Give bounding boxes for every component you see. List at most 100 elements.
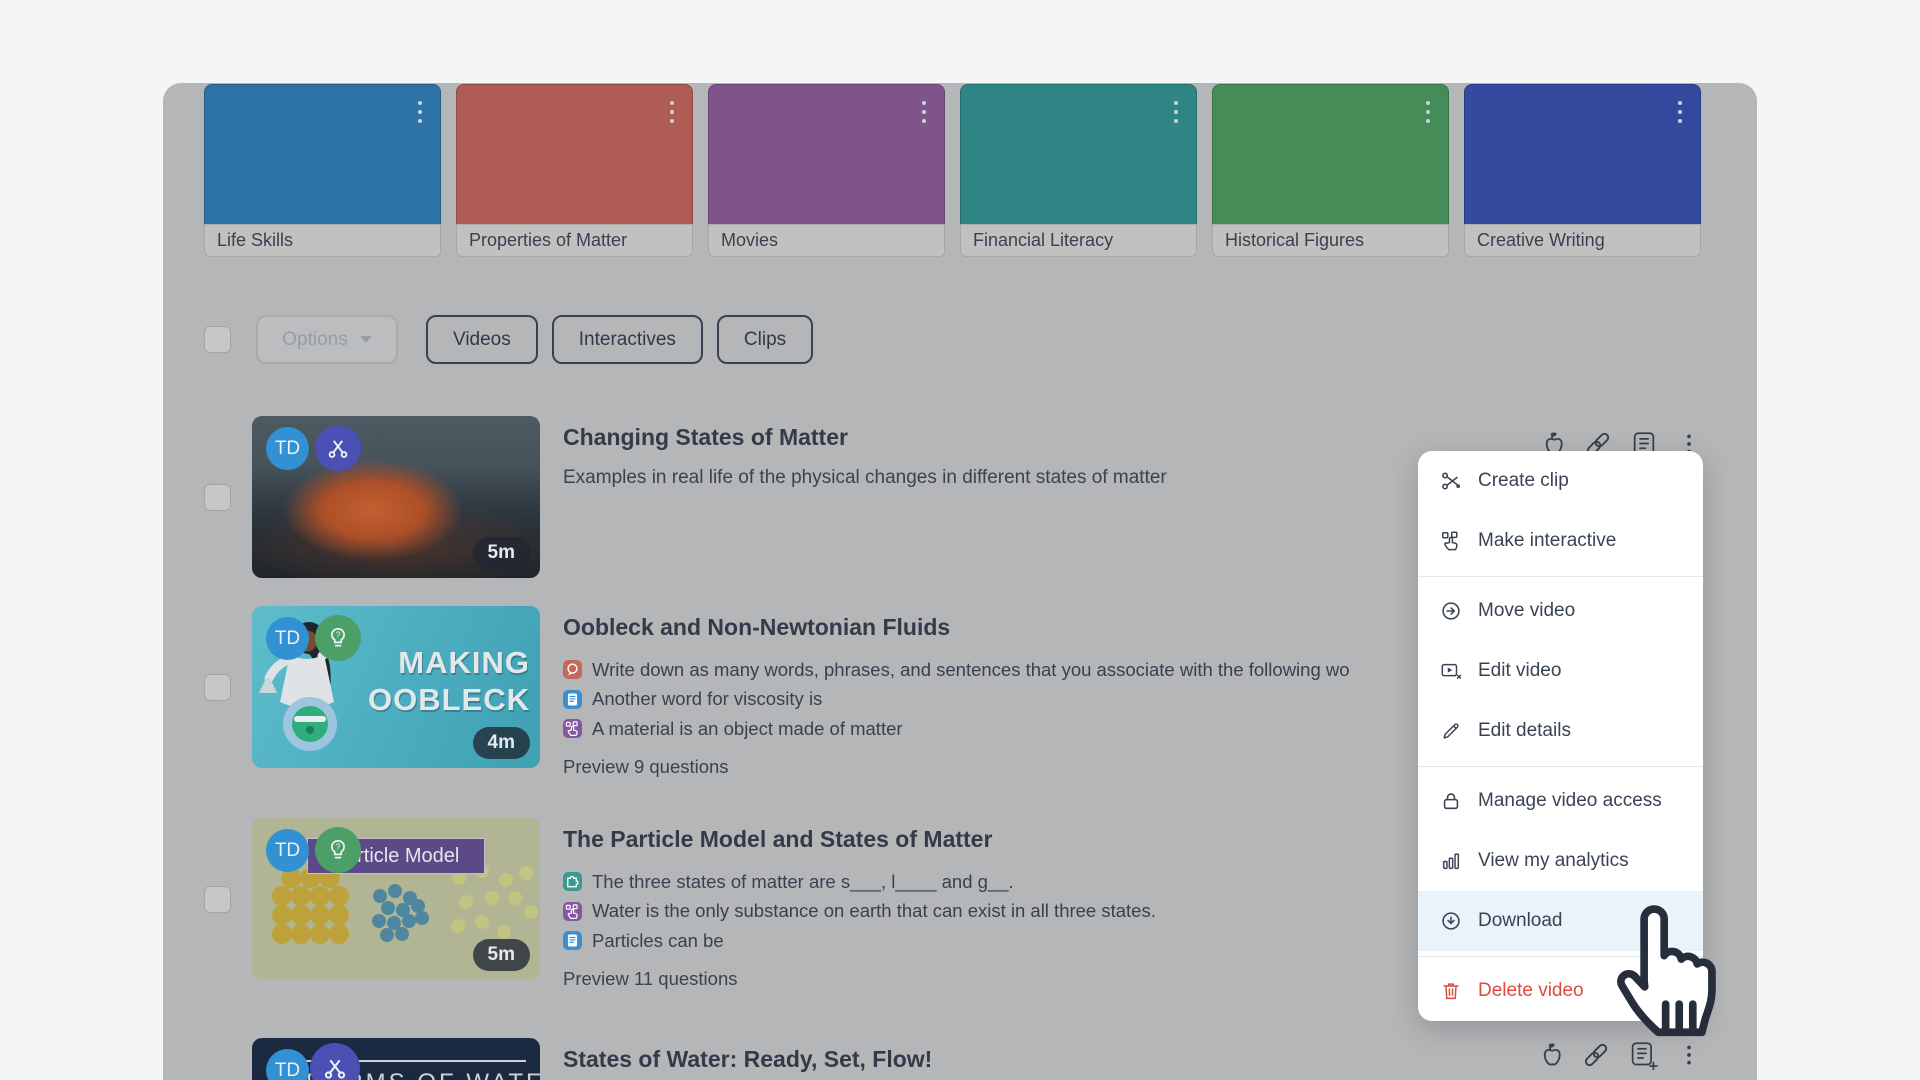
- folder-name: Life Skills: [204, 224, 441, 257]
- menu-divider: [1418, 576, 1703, 577]
- folder-cover[interactable]: [708, 84, 945, 224]
- folder-cover[interactable]: [1464, 84, 1701, 224]
- video-title[interactable]: Changing States of Matter: [563, 424, 1702, 451]
- folder-name: Movies: [708, 224, 945, 257]
- interactive-question-icon: [563, 902, 582, 921]
- edit-video-icon: [1440, 660, 1462, 682]
- folder-card[interactable]: Historical Figures: [1212, 84, 1449, 257]
- interactive-bulb-icon: ?: [315, 827, 361, 873]
- question-text: The three states of matter are s___, l__…: [592, 871, 1014, 893]
- assign-apple-icon[interactable]: [1536, 1041, 1564, 1069]
- avatar: TD: [266, 617, 309, 660]
- clip-scissors-icon: [315, 425, 361, 471]
- filter-group: Videos Interactives Clips: [426, 315, 813, 364]
- select-all-checkbox[interactable]: [204, 326, 231, 353]
- folder-cover[interactable]: [456, 84, 693, 224]
- pencil-icon: [1440, 720, 1462, 742]
- folder-grid: Life Skills Properties of Matter Movies …: [204, 84, 1701, 257]
- menu-item-label: Create clip: [1478, 470, 1569, 492]
- chevron-down-icon: [360, 336, 372, 343]
- menu-item-label: Make interactive: [1478, 530, 1616, 552]
- interactive-question-icon: [563, 719, 582, 738]
- options-label: Options: [282, 329, 347, 351]
- avatar: TD: [266, 1049, 309, 1080]
- avatar: TD: [266, 829, 309, 872]
- svg-text:?: ?: [336, 843, 341, 852]
- fill-blank-icon: [563, 872, 582, 891]
- duration-badge: 5m: [473, 939, 530, 971]
- folder-card[interactable]: Financial Literacy: [960, 84, 1197, 257]
- video-thumbnail[interactable]: MAKING OOBLECK TD ? 4m: [252, 606, 540, 768]
- folder-more-icon[interactable]: [670, 101, 674, 123]
- menu-item-label: Move video: [1478, 600, 1575, 622]
- toolbar: Options Videos Interactives Clips: [204, 315, 813, 364]
- clip-scissors-icon: [310, 1043, 360, 1080]
- menu-item-label: Edit details: [1478, 720, 1571, 742]
- avatar: TD: [266, 427, 309, 470]
- menu-item-view-analytics[interactable]: View my analytics: [1418, 831, 1703, 891]
- video-thumbnail[interactable]: TD 5m: [252, 416, 540, 578]
- folder-name: Financial Literacy: [960, 224, 1197, 257]
- folder-more-icon[interactable]: [1426, 101, 1430, 123]
- folder-cover[interactable]: [1212, 84, 1449, 224]
- trash-icon: [1440, 980, 1462, 1002]
- video-checkbox[interactable]: [204, 886, 231, 913]
- menu-item-edit-details[interactable]: Edit details: [1418, 701, 1703, 761]
- menu-item-manage-access[interactable]: Manage video access: [1418, 771, 1703, 831]
- folder-more-icon[interactable]: [1678, 101, 1682, 123]
- question-text: Write down as many words, phrases, and s…: [592, 659, 1350, 681]
- duration-badge: 5m: [473, 537, 530, 569]
- folder-card[interactable]: Creative Writing: [1464, 84, 1701, 257]
- folder-more-icon[interactable]: [418, 101, 422, 123]
- menu-item-label: Delete video: [1478, 980, 1584, 1002]
- folder-cover[interactable]: [960, 84, 1197, 224]
- folder-card[interactable]: Movies: [708, 84, 945, 257]
- folder-card[interactable]: Properties of Matter: [456, 84, 693, 257]
- lock-icon: [1440, 790, 1462, 812]
- menu-divider: [1418, 766, 1703, 767]
- menu-item-make-interactive[interactable]: Make interactive: [1418, 511, 1703, 571]
- download-icon: [1440, 910, 1462, 932]
- open-question-icon: [563, 660, 582, 679]
- question-text: Another word for viscosity is: [592, 688, 822, 710]
- multiple-choice-icon: [563, 931, 582, 950]
- video-checkbox[interactable]: [204, 484, 231, 511]
- folder-cover[interactable]: [204, 84, 441, 224]
- folder-name: Historical Figures: [1212, 224, 1449, 257]
- folder-card[interactable]: Life Skills: [204, 84, 441, 257]
- pointer-hand-cursor: [1604, 899, 1722, 1070]
- analytics-bars-icon: [1440, 850, 1462, 872]
- video-thumbnail[interactable]: FORMS OF WATER TD: [252, 1038, 540, 1080]
- filter-interactives-button[interactable]: Interactives: [552, 315, 703, 364]
- scissors-icon: [1440, 470, 1462, 492]
- options-button[interactable]: Options: [256, 315, 398, 364]
- folder-name: Creative Writing: [1464, 224, 1701, 257]
- menu-item-move-video[interactable]: Move video: [1418, 581, 1703, 641]
- duration-badge: 4m: [473, 727, 530, 759]
- filter-videos-button[interactable]: Videos: [426, 315, 538, 364]
- menu-item-label: Edit video: [1478, 660, 1561, 682]
- video-thumbnail[interactable]: Particle Model TD ? 5m: [252, 818, 540, 980]
- question-text: Water is the only substance on earth tha…: [592, 900, 1156, 922]
- preview-questions-link[interactable]: Preview 9 questions: [563, 756, 729, 778]
- menu-item-label: Manage video access: [1478, 790, 1662, 812]
- interactive-bulb-icon: ?: [315, 615, 361, 661]
- svg-text:?: ?: [336, 631, 341, 640]
- video-row: FORMS OF WATER TD States of Water: Ready…: [204, 1038, 1702, 1080]
- preview-questions-link[interactable]: Preview 11 questions: [563, 968, 737, 990]
- menu-item-label: Download: [1478, 910, 1563, 932]
- video-checkbox[interactable]: [204, 674, 231, 701]
- multiple-choice-icon: [563, 690, 582, 709]
- question-text: A material is an object made of matter: [592, 718, 903, 740]
- video-title[interactable]: States of Water: Ready, Set, Flow!: [563, 1046, 1702, 1073]
- menu-item-create-clip[interactable]: Create clip: [1418, 451, 1703, 511]
- folder-more-icon[interactable]: [922, 101, 926, 123]
- move-arrow-icon: [1440, 600, 1462, 622]
- folder-more-icon[interactable]: [1174, 101, 1178, 123]
- tap-icon: [1440, 530, 1462, 552]
- filter-clips-button[interactable]: Clips: [717, 315, 813, 364]
- question-text: Particles can be: [592, 930, 724, 952]
- thumbnail-caption: MAKING OOBLECK: [368, 644, 530, 718]
- menu-item-label: View my analytics: [1478, 850, 1629, 872]
- menu-item-edit-video[interactable]: Edit video: [1418, 641, 1703, 701]
